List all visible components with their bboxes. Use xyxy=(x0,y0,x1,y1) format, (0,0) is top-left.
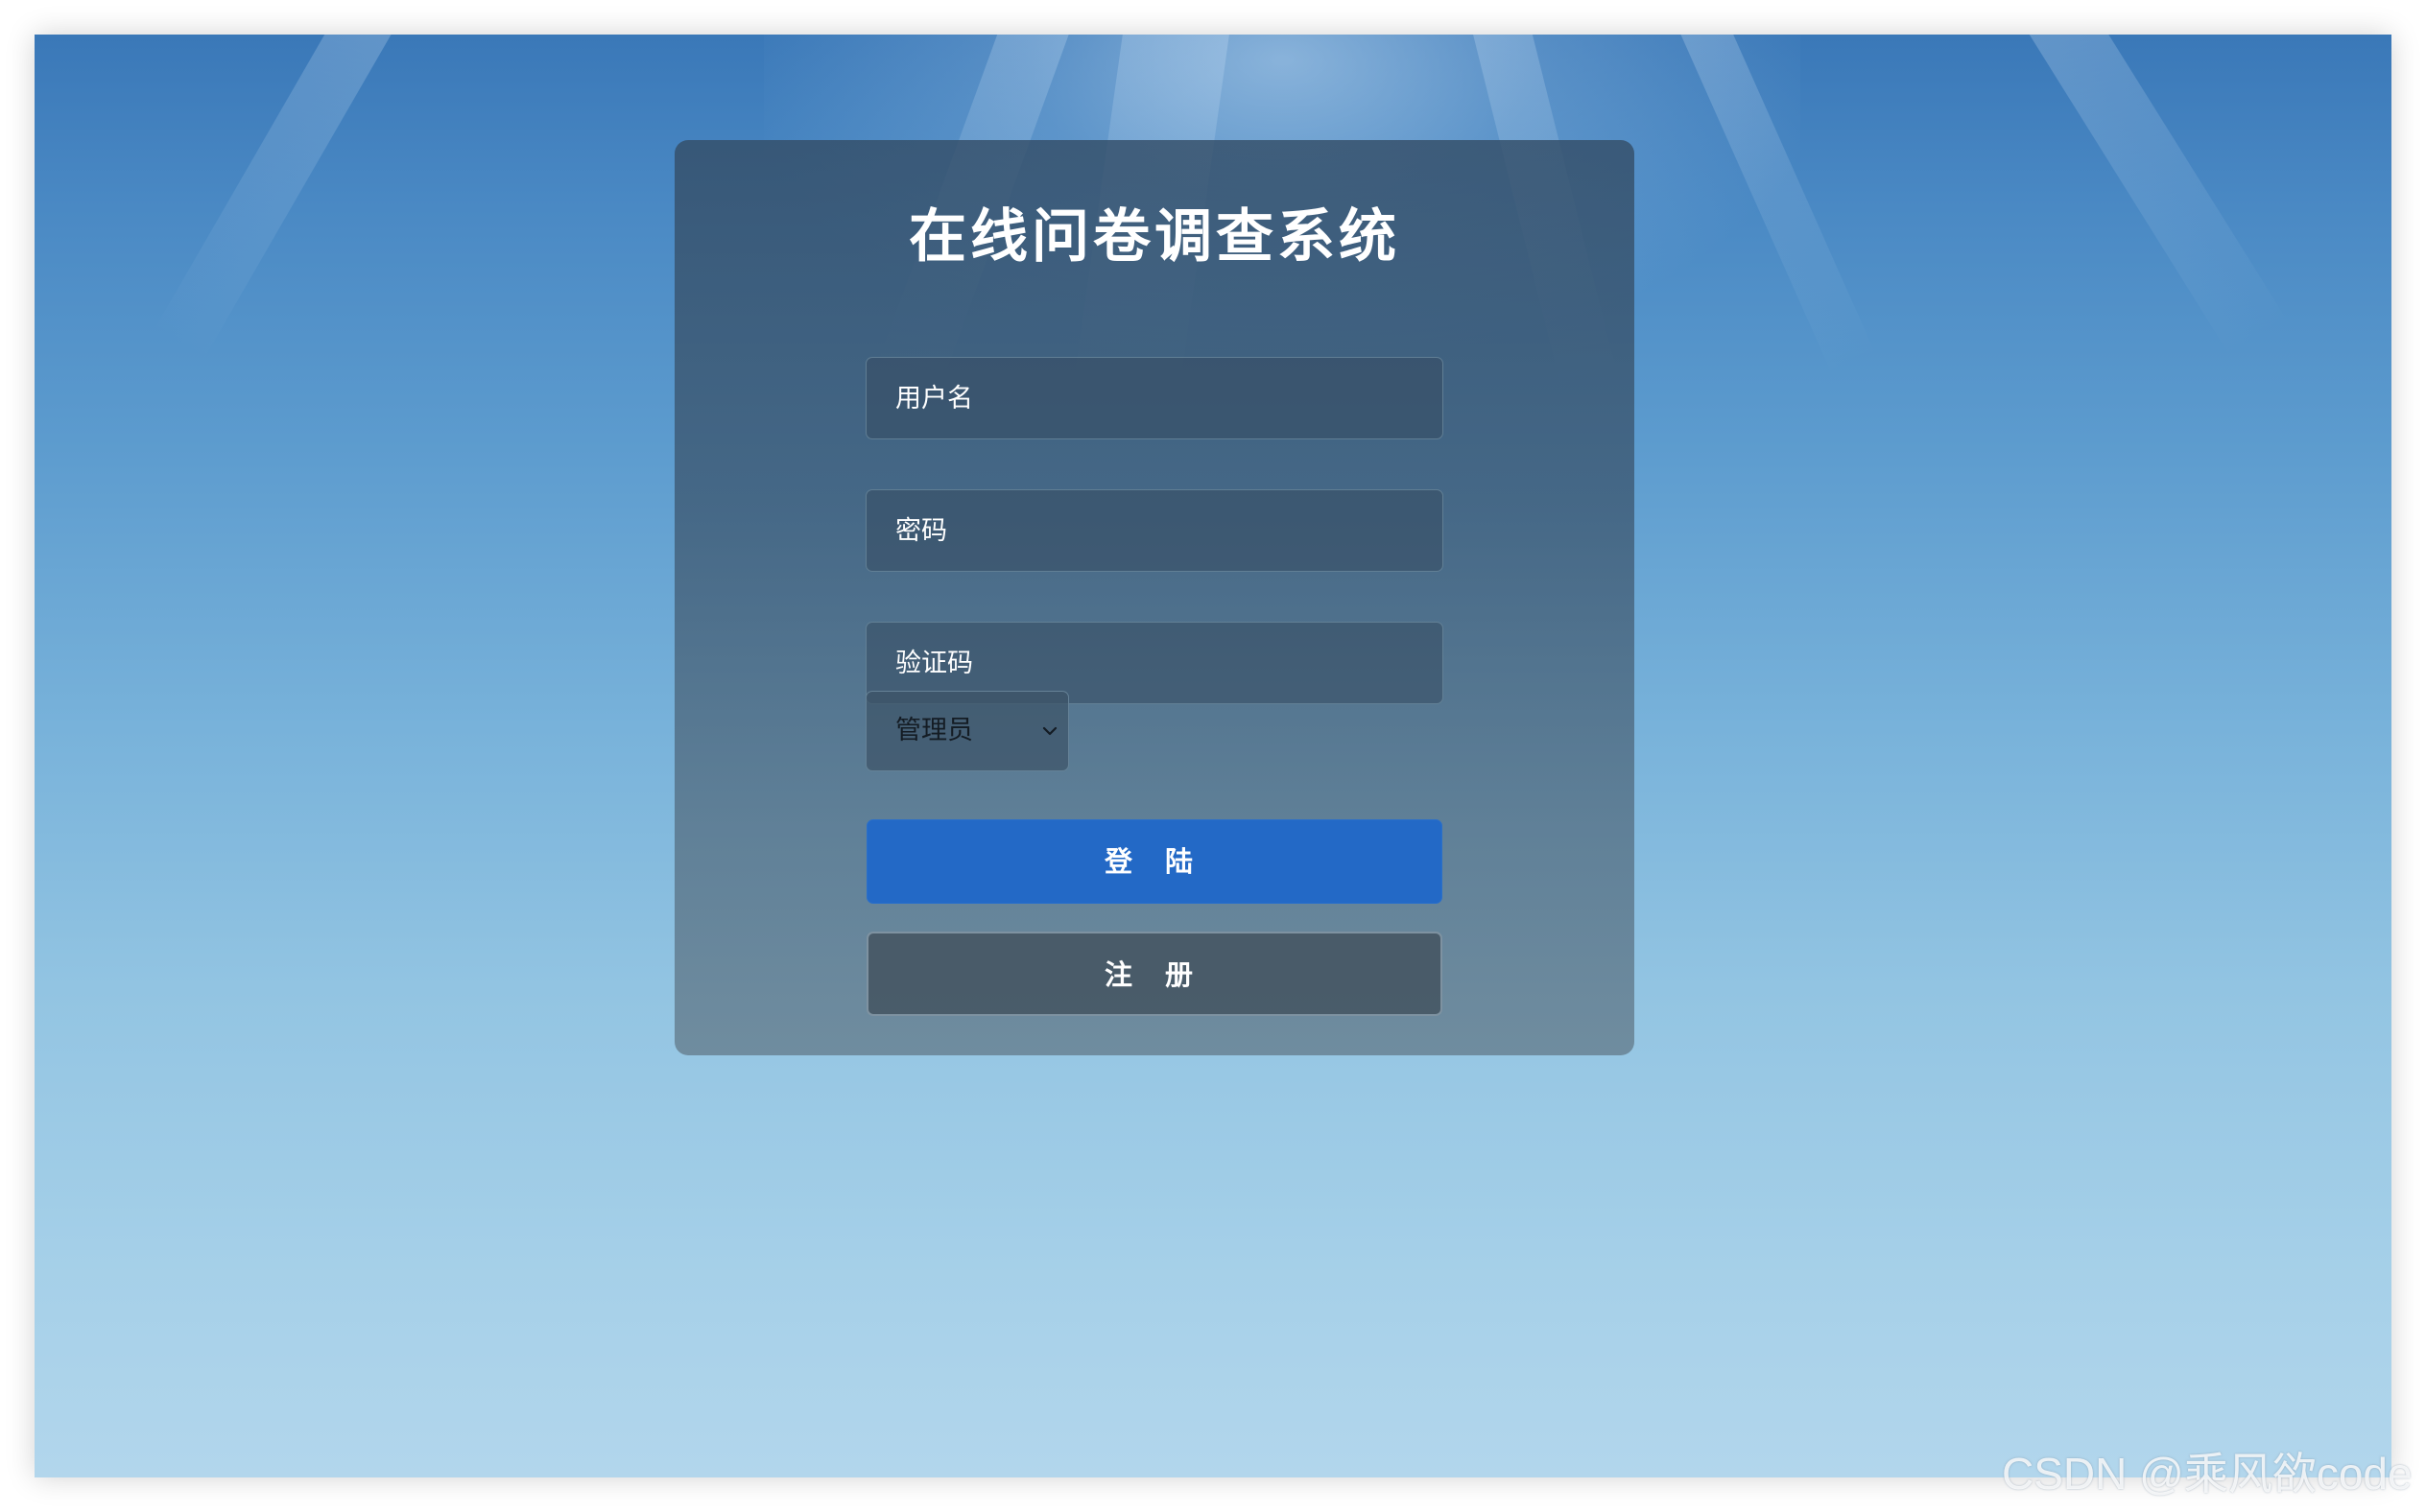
background-ray xyxy=(2016,35,2288,356)
page-title: 在线问卷调查系统 xyxy=(909,203,1400,271)
username-input[interactable] xyxy=(866,357,1443,439)
role-select-value: 管理员 xyxy=(895,716,973,745)
role-select[interactable]: 管理员 xyxy=(866,691,1069,771)
login-panel: 在线问卷调查系统 管理员 登 陆 注 册 xyxy=(675,140,1634,1055)
app-window: 在线问卷调查系统 管理员 登 陆 注 册 xyxy=(35,35,2391,1477)
password-input[interactable] xyxy=(866,489,1443,572)
login-button[interactable]: 登 陆 xyxy=(867,819,1442,904)
watermark: CSDN @乘风欲code xyxy=(2002,1449,2413,1499)
background-ray xyxy=(154,35,405,360)
chevron-down-icon xyxy=(1042,726,1058,736)
register-button[interactable]: 注 册 xyxy=(867,932,1442,1016)
